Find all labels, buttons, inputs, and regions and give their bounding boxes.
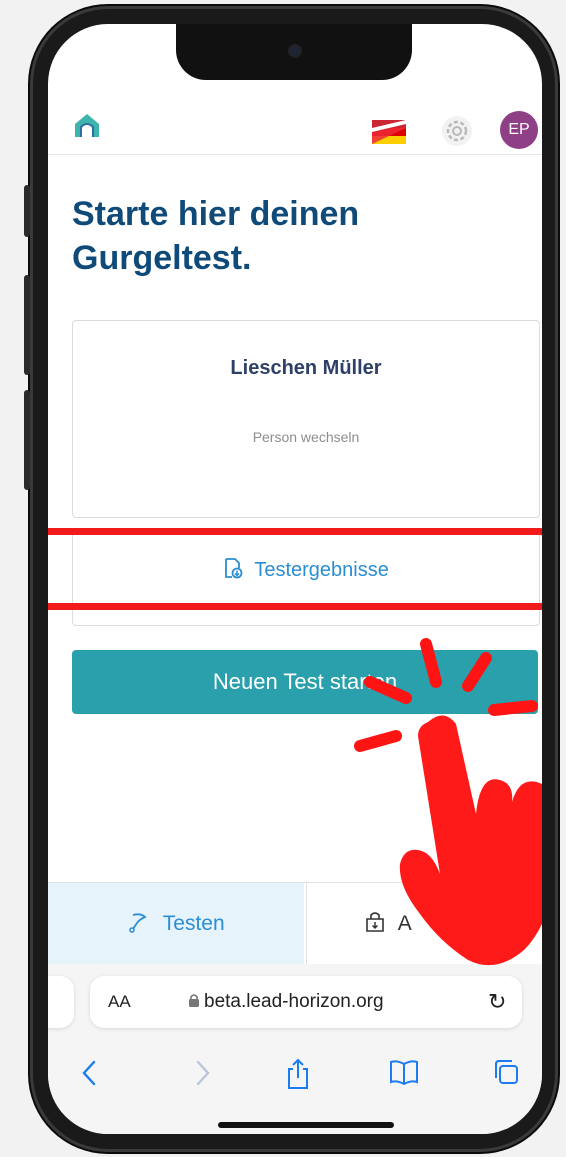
bookmarks-icon[interactable] [388, 1058, 420, 1091]
home-indicator [218, 1122, 394, 1128]
reader-settings-button[interactable]: AA [108, 992, 131, 1012]
browser-toolbar: AA beta.lead-horizon.org ↻ [48, 964, 542, 1134]
page-title: Starte hier deinen Gurgeltest. [72, 192, 492, 280]
avatar[interactable]: EP [500, 111, 538, 149]
notch [176, 24, 412, 80]
phone-screen: EP Starte hier deinen Gurgeltest. Liesch… [48, 24, 542, 1134]
app-header: EP [48, 98, 542, 155]
front-camera [288, 44, 302, 58]
page-title-line-1: Starte hier deinen [72, 195, 360, 233]
volume-down-button [24, 390, 30, 490]
tab-testen-label: Testen [162, 912, 225, 935]
forward-icon[interactable] [192, 1058, 212, 1093]
url-value: beta.lead-horizon.org [204, 991, 384, 1012]
switch-person-link[interactable]: Person wechseln [73, 429, 539, 445]
mute-switch [24, 185, 30, 237]
gargle-icon [127, 912, 162, 935]
browser-nav-icons [48, 1058, 542, 1098]
person-card: Lieschen Müller Person wechseln [72, 320, 540, 518]
lock-icon [189, 994, 199, 1007]
language-flag-icon[interactable] [372, 120, 406, 144]
reload-icon[interactable]: ↻ [488, 989, 506, 1015]
volume-up-button [24, 275, 30, 375]
person-name: Lieschen Müller [230, 357, 382, 379]
page-title-line-2: Gurgeltest. [72, 239, 252, 277]
highlight-frame [48, 528, 542, 610]
house-logo-icon[interactable] [72, 110, 102, 145]
previous-tab-pill[interactable] [48, 976, 74, 1028]
url-text: beta.lead-horizon.org [188, 991, 384, 1013]
tabs-icon[interactable] [492, 1058, 520, 1091]
pointing-hand-icon [348, 624, 542, 989]
gear-icon[interactable] [440, 114, 474, 153]
tab-testen[interactable]: Testen [48, 883, 304, 965]
share-icon[interactable] [286, 1058, 310, 1095]
back-icon[interactable] [80, 1058, 100, 1093]
